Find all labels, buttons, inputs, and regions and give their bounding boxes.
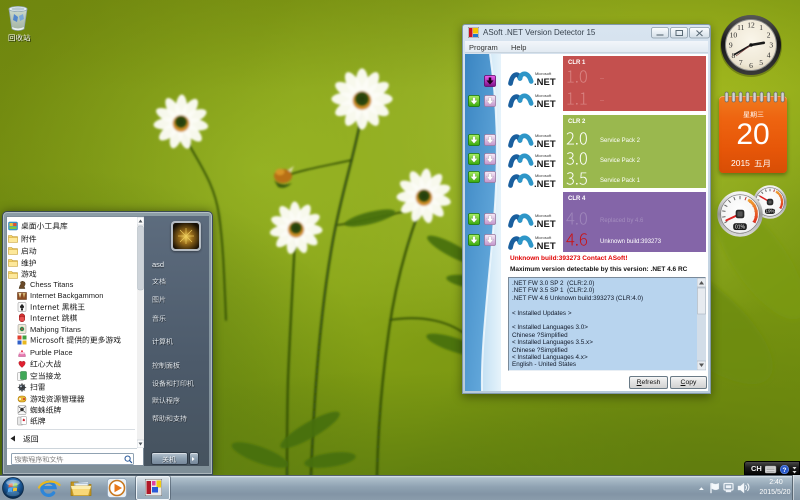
svg-text:19%: 19% <box>765 209 774 214</box>
svg-text:01%: 01% <box>735 225 746 231</box>
svg-text:.NET: .NET <box>534 219 556 230</box>
svg-text:Microsoft: Microsoft <box>535 133 552 138</box>
svg-text:9: 9 <box>729 41 733 50</box>
svg-text:Microsoft: Microsoft <box>535 71 552 76</box>
svg-text:.NET: .NET <box>534 77 556 88</box>
svg-text:.NET: .NET <box>534 99 556 110</box>
svg-text:?: ? <box>783 467 787 474</box>
svg-text:Microsoft: Microsoft <box>535 93 552 98</box>
svg-text:7: 7 <box>739 58 743 67</box>
svg-text:Microsoft: Microsoft <box>535 173 552 178</box>
svg-text:.NET: .NET <box>534 241 556 252</box>
svg-text:1: 1 <box>759 23 763 32</box>
svg-text:4: 4 <box>767 51 771 60</box>
svg-text:3: 3 <box>769 41 773 50</box>
svg-text:Microsoft: Microsoft <box>535 153 552 158</box>
svg-text:.NET: .NET <box>534 179 556 190</box>
svg-text:Microsoft: Microsoft <box>535 235 552 240</box>
svg-text:8: 8 <box>732 51 736 60</box>
svg-text:2: 2 <box>767 30 771 39</box>
svg-text:6: 6 <box>749 61 753 70</box>
svg-text:5: 5 <box>759 58 763 67</box>
svg-text:12: 12 <box>747 20 755 29</box>
svg-text:.NET: .NET <box>534 139 556 150</box>
svg-text:11: 11 <box>737 23 744 32</box>
svg-text:.NET: .NET <box>534 159 556 170</box>
svg-text:Microsoft: Microsoft <box>535 213 552 218</box>
